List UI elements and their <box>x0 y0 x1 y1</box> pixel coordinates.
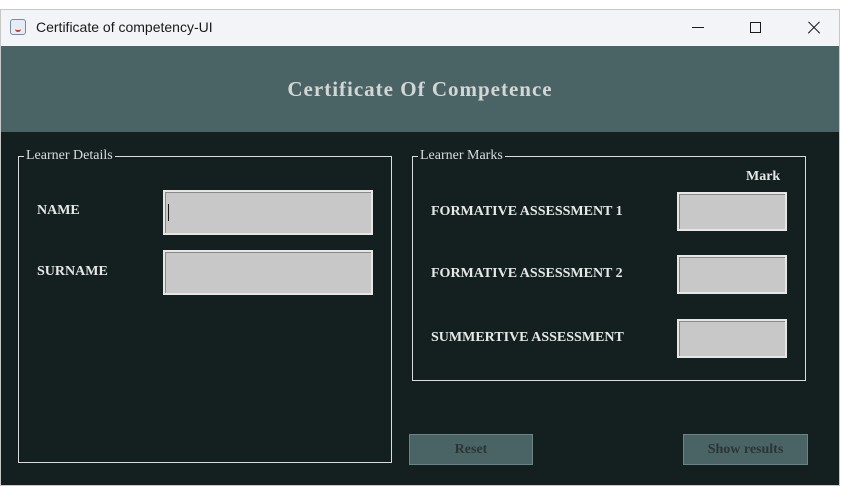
surname-field[interactable] <box>163 250 373 295</box>
formative-assessment-1-label: FORMATIVE ASSESSMENT 1 <box>431 204 623 219</box>
window-title: Certificate of competency-UI <box>36 19 213 35</box>
text-caret <box>168 204 169 221</box>
learner-details-legend: Learner Details <box>24 148 115 164</box>
close-button[interactable] <box>785 10 841 46</box>
header-banner: Certificate Of Competence <box>1 46 839 132</box>
formative-assessment-2-field[interactable] <box>677 255 787 294</box>
formative-assessment-2-label: FORMATIVE ASSESSMENT 2 <box>431 266 623 281</box>
formative-assessment-1-field[interactable] <box>677 192 787 231</box>
surname-label: SURNAME <box>37 264 108 279</box>
reset-button[interactable]: Reset <box>409 434 533 465</box>
page-title: Certificate Of Competence <box>287 77 553 101</box>
maximize-button[interactable] <box>727 10 783 46</box>
mark-column-header: Mark <box>746 169 781 184</box>
name-label: NAME <box>37 203 80 218</box>
summative-assessment-label: SUMMERTIVE ASSESSMENT <box>431 330 624 345</box>
java-app-icon <box>10 19 26 35</box>
summative-assessment-field[interactable] <box>677 319 787 358</box>
app-window: Certificate of competency-UI Certificate… <box>0 9 840 486</box>
title-bar: Certificate of competency-UI <box>1 10 839 46</box>
show-results-button[interactable]: Show results <box>683 434 808 465</box>
learner-marks-legend: Learner Marks <box>418 148 505 164</box>
minimize-button[interactable] <box>670 10 726 46</box>
name-field[interactable] <box>163 190 373 235</box>
